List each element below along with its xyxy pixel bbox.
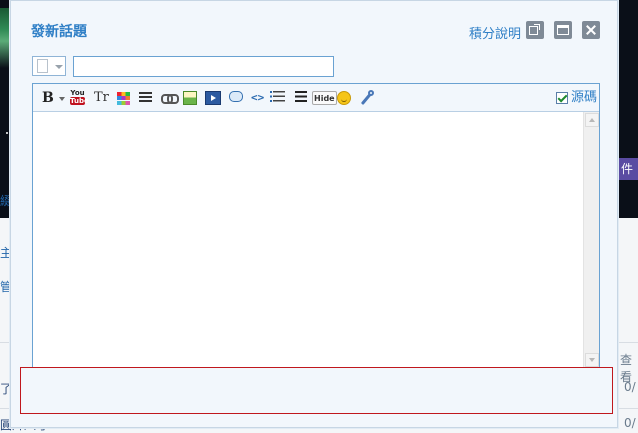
- bold-button[interactable]: B: [42, 89, 54, 107]
- youtube-button[interactable]: You Tube: [70, 89, 89, 107]
- editor-scrollbar[interactable]: [583, 112, 599, 368]
- youtube-icon-top: You: [70, 89, 85, 97]
- document-icon: [37, 59, 48, 73]
- background-banner-right: [616, 0, 638, 218]
- close-icon[interactable]: [582, 21, 600, 39]
- source-mode-label[interactable]: 源碼: [571, 90, 597, 106]
- wrench-icon[interactable]: [359, 90, 375, 106]
- scroll-up-icon[interactable]: [585, 113, 599, 127]
- image-icon[interactable]: [183, 91, 197, 105]
- smiley-icon[interactable]: [337, 91, 351, 105]
- font-size-button[interactable]: Tr: [94, 89, 109, 107]
- subject-input[interactable]: [73, 56, 334, 77]
- chevron-down-icon: [55, 65, 63, 69]
- youtube-icon-bottom: Tube: [70, 97, 89, 105]
- unordered-list-icon[interactable]: [295, 91, 307, 104]
- ordered-list-icon[interactable]: [270, 91, 285, 104]
- color-icon[interactable]: [117, 92, 130, 105]
- media-icon[interactable]: [205, 91, 221, 105]
- background-tab[interactable]: 件: [616, 158, 638, 180]
- scroll-down-icon[interactable]: [585, 353, 599, 367]
- dialog-title: 發新話題: [31, 24, 87, 40]
- link-icon[interactable]: [161, 93, 179, 104]
- popout-icon[interactable]: [526, 21, 544, 39]
- chevron-down-icon[interactable]: [59, 97, 65, 101]
- background-fragment: 0/: [624, 380, 636, 394]
- message-textarea[interactable]: [33, 112, 582, 368]
- code-button[interactable]: <>: [251, 89, 264, 107]
- source-mode-checkbox[interactable]: [556, 92, 568, 104]
- hide-button[interactable]: Hide: [312, 91, 337, 105]
- banner-star: [6, 132, 8, 134]
- editor-toolbar: B You Tube Tr <> Hide 源碼: [33, 84, 599, 112]
- dialog-footer-area: [20, 367, 613, 414]
- align-icon[interactable]: [139, 92, 152, 104]
- points-help-link[interactable]: 積分說明: [469, 23, 521, 42]
- new-topic-dialog: 發新話題 積分說明 B You Tube Tr <> Hide 源碼: [10, 0, 618, 428]
- quote-icon[interactable]: [229, 91, 243, 102]
- maximize-icon[interactable]: [554, 21, 572, 39]
- message-editor: B You Tube Tr <> Hide 源碼: [32, 83, 600, 369]
- post-type-select[interactable]: [32, 56, 66, 76]
